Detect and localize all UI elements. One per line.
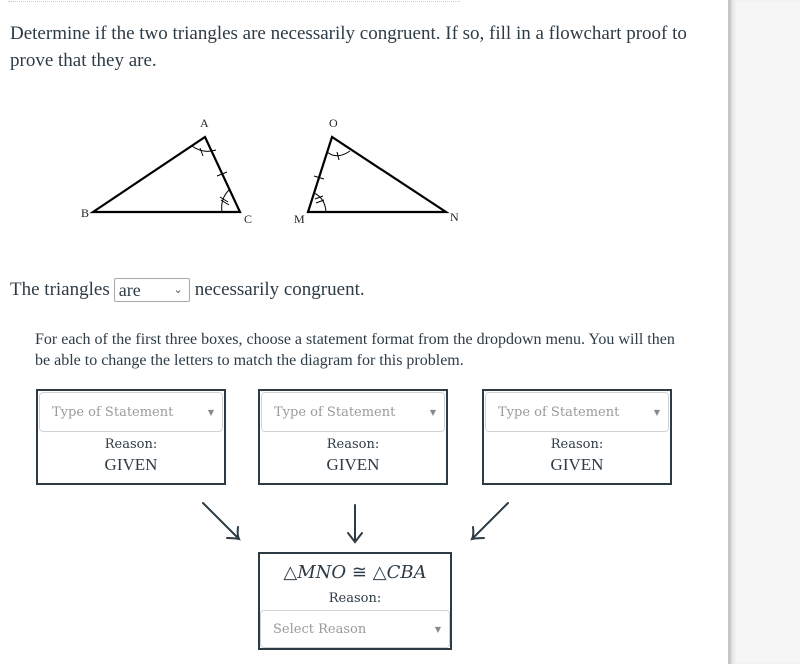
- dropdown-placeholder: Type of Statement: [52, 404, 174, 420]
- sentence-prefix: The triangles: [10, 279, 110, 300]
- statement-box-2: Type of Statement ▼ Reason: GIVEN: [258, 389, 448, 485]
- vertex-label-b: B: [81, 206, 89, 220]
- arrow-down-icon: [347, 504, 363, 544]
- vertex-label-c: C: [244, 212, 252, 226]
- flow-arrows: [202, 502, 509, 544]
- arrow-down-left-icon: [470, 502, 509, 541]
- triangle-symbol: △: [372, 562, 387, 583]
- caret-down-icon: ▼: [434, 624, 441, 634]
- caret-down-icon: ▼: [653, 407, 660, 417]
- dropdown-placeholder: Select Reason: [273, 621, 367, 637]
- statement-box-1: Type of Statement ▼ Reason: GIVEN: [36, 389, 226, 485]
- triangles-diagram: A B C O M N: [81, 116, 459, 226]
- statement-type-dropdown-1[interactable]: Type of Statement ▼: [39, 392, 223, 432]
- angle-a-tick: [199, 147, 204, 157]
- triangle-symbol: △: [283, 562, 298, 583]
- vertex-label-m: M: [294, 212, 305, 226]
- congruence-sentence: The triangles are ⌄ necessarily congruen…: [10, 276, 365, 304]
- reason-label: Reason:: [328, 591, 382, 606]
- reason-label: Reason:: [326, 437, 380, 452]
- reason-value: GIVEN: [104, 455, 158, 474]
- reason-value: GIVEN: [550, 455, 604, 474]
- vertex-label-o: O: [329, 116, 338, 130]
- conclusion-statement: △MNO ≅ △CBA: [260, 561, 450, 585]
- conclusion-right-triangle: CBA: [386, 562, 427, 583]
- main-content: Determine if the two triangles are neces…: [0, 0, 728, 664]
- triangle-abc-shape: [89, 135, 242, 214]
- vertex-label-n: N: [450, 210, 459, 224]
- flowchart-instructions: For each of the first three boxes, choos…: [35, 331, 675, 369]
- triangle-omn-marks: [313, 150, 351, 213]
- angle-o-arc: [326, 150, 351, 157]
- triangle-omn-shape: [306, 135, 450, 214]
- reason-value: GIVEN: [326, 455, 380, 474]
- triangle-abc: [89, 135, 242, 214]
- angle-m-arc: [313, 192, 327, 213]
- conclusion-box: △MNO ≅ △CBA Reason: Select Reason ▼: [258, 552, 452, 650]
- statement-box-3: Type of Statement ▼ Reason: GIVEN: [482, 389, 672, 485]
- dropdown-placeholder: Type of Statement: [498, 404, 620, 420]
- side-panel: [728, 0, 800, 664]
- divider: [8, 1, 460, 2]
- reason-label: Reason:: [104, 437, 158, 452]
- select-reason-dropdown[interactable]: Select Reason ▼: [260, 610, 450, 648]
- triangle-omn: [306, 135, 450, 214]
- sentence-suffix: necessarily congruent.: [194, 279, 365, 300]
- chevron-down-icon: ⌄: [173, 283, 183, 296]
- caret-down-icon: ▼: [207, 407, 214, 417]
- congruence-select-value: are: [118, 280, 141, 300]
- conclusion-left-triangle: MNO: [297, 562, 347, 583]
- statement-type-dropdown-2[interactable]: Type of Statement ▼: [261, 392, 445, 432]
- vertex-label-a: A: [200, 116, 209, 130]
- angle-a-arc: [191, 145, 217, 152]
- dropdown-placeholder: Type of Statement: [274, 404, 396, 420]
- arrow-down-right-icon: [202, 502, 241, 541]
- question-prompt: Determine if the two triangles are neces…: [10, 23, 687, 71]
- reason-label: Reason:: [550, 437, 604, 452]
- congruent-symbol: ≅: [351, 562, 368, 583]
- caret-down-icon: ▼: [429, 407, 436, 417]
- statement-type-dropdown-3[interactable]: Type of Statement ▼: [485, 392, 669, 432]
- congruence-select[interactable]: are ⌄: [113, 278, 190, 302]
